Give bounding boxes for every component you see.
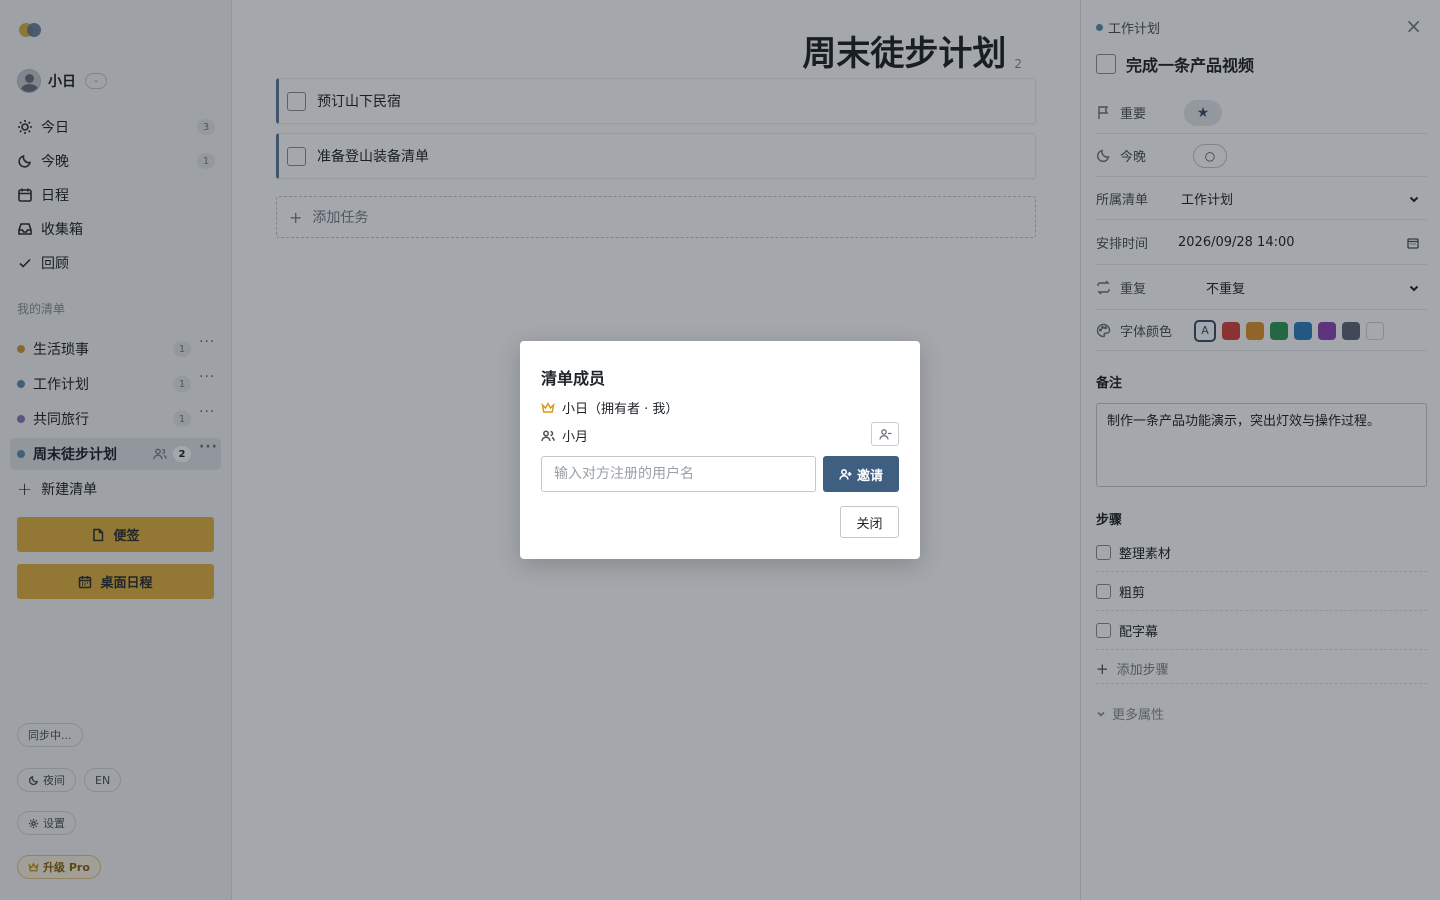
remove-member-button[interactable] — [871, 422, 899, 446]
user-minus-icon — [878, 428, 891, 440]
member-owner: 小日（拥有者 · 我） — [541, 398, 678, 417]
crown-icon — [541, 401, 555, 413]
member-name: 小日（拥有者 · 我） — [562, 402, 679, 417]
dialog-title: 清单成员 — [541, 369, 606, 388]
close-dialog-button[interactable]: 关闭 — [840, 506, 899, 538]
user-plus-icon — [839, 468, 852, 480]
invite-username-input[interactable] — [541, 456, 816, 492]
list-members-dialog: 清单成员 小日（拥有者 · 我） 小月 邀请 关闭 — [520, 341, 920, 559]
member-name: 小月 — [562, 430, 589, 445]
member-row: 小月 — [541, 426, 588, 445]
invite-label: 邀请 — [856, 468, 883, 484]
invite-button[interactable]: 邀请 — [823, 456, 899, 492]
app-window: 小日 - 今日 3 今晚 1 日程 收集箱 回顾 我的清单 生活琐事 1 ···… — [0, 0, 1440, 900]
users-icon — [541, 430, 555, 441]
